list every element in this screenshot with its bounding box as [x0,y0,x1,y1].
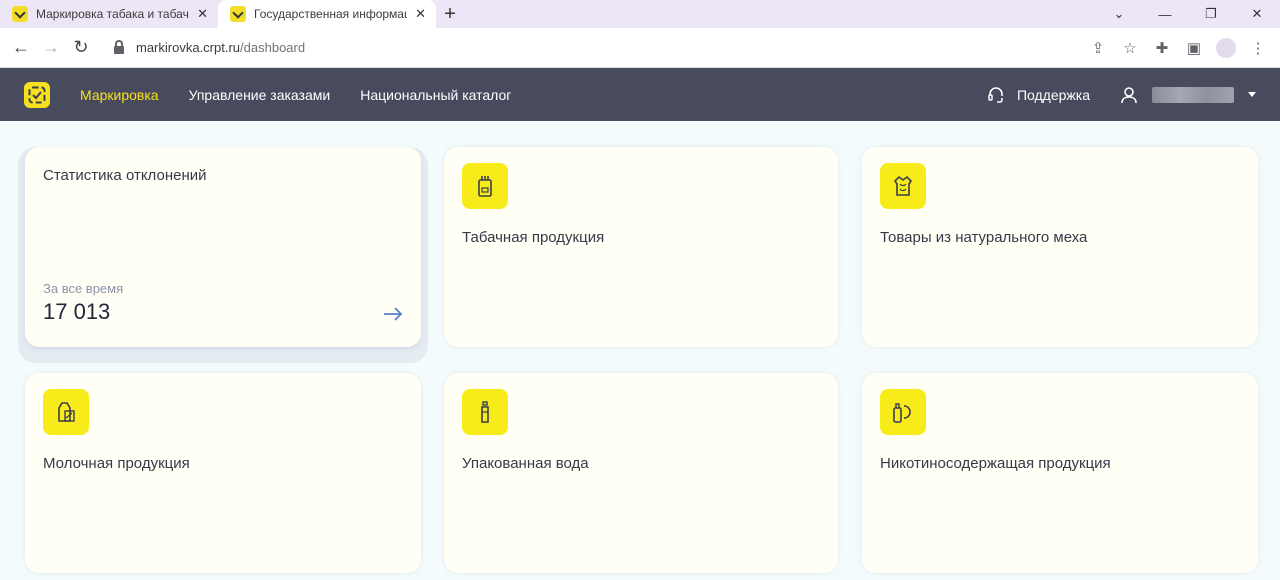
stats-title: Статистика отклонений [43,167,207,184]
dashboard-grid: Статистика отклонений За все время 17 01… [0,121,1280,580]
category-label: Табачная продукция [462,229,605,246]
address-bar[interactable]: markirovka.crpt.ru/dashboard [102,33,1082,63]
share-icon[interactable]: ⇪ [1082,33,1114,63]
deviation-stats-card[interactable]: Статистика отклонений За все время 17 01… [25,147,421,347]
arrow-right-icon[interactable] [383,307,403,321]
fur-coat-icon [880,163,926,209]
category-card-fur[interactable]: Товары из натурального меха [862,147,1258,347]
support-link[interactable]: Поддержка [987,86,1090,104]
browser-tab-gis[interactable]: Государственная информацио ✕ [218,0,436,28]
minimize-icon[interactable]: — [1142,0,1188,28]
tab-close-icon[interactable]: ✕ [415,6,426,22]
nav-national-catalog[interactable]: Национальный каталог [360,87,511,103]
browser-tab-tobacco[interactable]: Маркировка табака и табачной ✕ [0,0,218,28]
bookmark-star-icon[interactable]: ☆ [1114,33,1146,63]
water-bottle-icon [462,389,508,435]
tab-search-icon[interactable]: ⌄ [1096,0,1142,28]
back-arrow-icon[interactable]: ← [6,33,36,63]
side-panel-icon[interactable]: ▣ [1178,33,1210,63]
category-label: Молочная продукция [43,455,190,472]
tab-title: Маркировка табака и табачной [36,7,189,21]
user-icon [1121,86,1137,103]
category-card-milk[interactable]: Молочная продукция [25,373,421,573]
profile-avatar-icon[interactable] [1210,33,1242,63]
category-card-nicotine[interactable]: Никотиносодержащая продукция [862,373,1258,573]
headset-icon [988,86,1003,103]
chevron-down-icon [1248,92,1256,97]
new-tab-button[interactable]: + [436,0,464,28]
vape-icon [880,389,926,435]
app-header: Маркировка Управление заказами Националь… [0,68,1280,121]
site-favicon-icon [230,6,246,22]
window-controls: ⌄ — ❐ ✕ [1096,0,1280,28]
lock-icon [114,39,124,54]
user-name-redacted [1152,86,1234,103]
stats-period-label: За все время [43,281,124,296]
user-menu[interactable] [1120,86,1256,104]
window-close-icon[interactable]: ✕ [1234,0,1280,28]
nav-order-management[interactable]: Управление заказами [189,87,331,103]
category-card-tobacco[interactable]: Табачная продукция [444,147,838,347]
restore-icon[interactable]: ❐ [1188,0,1234,28]
forward-arrow-icon[interactable]: → [36,33,66,63]
browser-menu-icon[interactable]: ⋮ [1242,33,1274,63]
category-card-water[interactable]: Упакованная вода [444,373,838,573]
nav-markirovka[interactable]: Маркировка [80,87,159,103]
milk-carton-icon [43,389,89,435]
category-label: Упакованная вода [462,455,589,472]
support-label: Поддержка [1016,86,1090,103]
stats-value: 17 013 [43,299,111,324]
cigarette-pack-icon [462,163,508,209]
extensions-puzzle-icon[interactable]: ✚ [1146,33,1178,63]
url-text: markirovka.crpt.ru/dashboard [136,40,306,55]
browser-toolbar: ← → ↻ markirovka.crpt.ru/dashboard ⇪ ☆ ✚… [0,28,1280,68]
logo-icon[interactable] [24,81,50,108]
tab-close-icon[interactable]: ✕ [197,6,208,22]
site-favicon-icon [12,6,28,22]
browser-tabstrip: Маркировка табака и табачной ✕ Государст… [0,0,1280,28]
tab-title: Государственная информацио [254,7,407,21]
reload-icon[interactable]: ↻ [66,33,96,63]
category-label: Никотиносодержащая продукция [880,455,1111,472]
category-label: Товары из натурального меха [880,229,1088,246]
